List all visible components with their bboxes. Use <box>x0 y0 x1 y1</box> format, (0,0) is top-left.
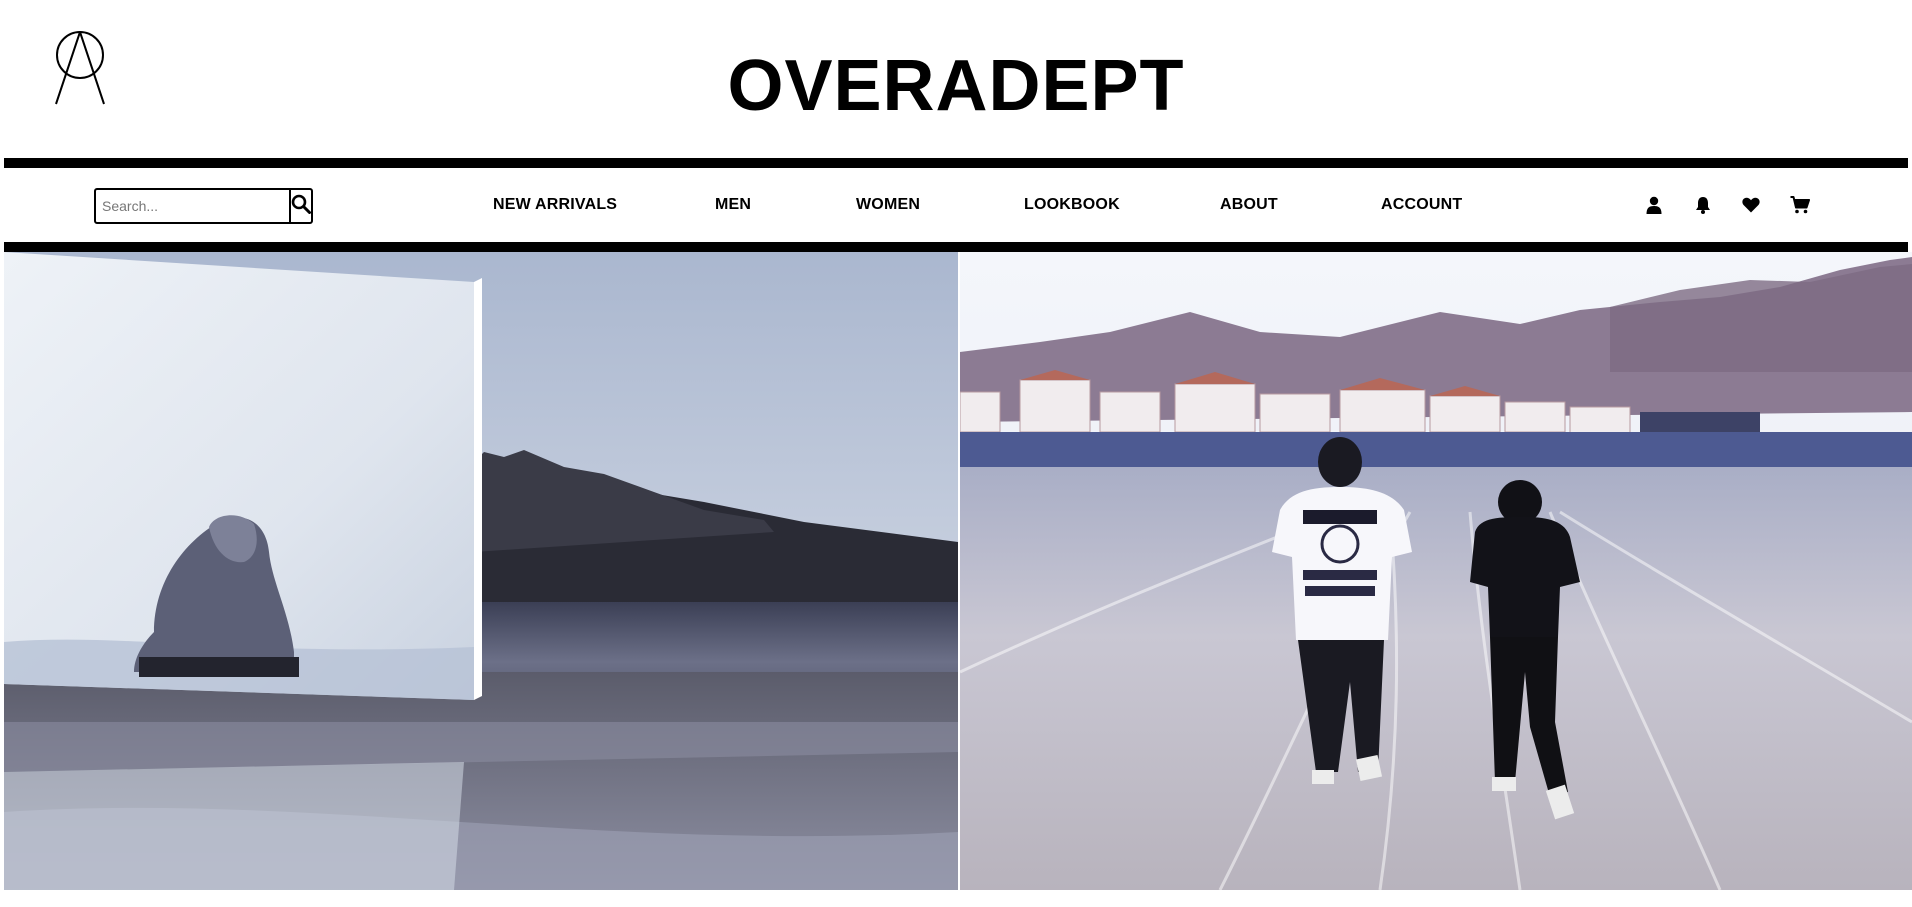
heart-icon[interactable] <box>1740 194 1762 216</box>
nav-men[interactable]: MEN <box>715 195 751 215</box>
cart-icon[interactable] <box>1789 194 1811 216</box>
search-button[interactable] <box>289 190 311 222</box>
bell-icon[interactable] <box>1692 194 1714 216</box>
search-input[interactable] <box>96 190 289 222</box>
header-divider <box>4 158 1908 168</box>
nav-women[interactable]: WOMEN <box>856 195 920 215</box>
nav-account[interactable]: ACCOUNT <box>1381 195 1462 215</box>
two-people-walking-on-dirt-field-photo <box>960 252 1912 890</box>
person-beside-mirror-on-beach-photo <box>4 252 958 890</box>
user-icon[interactable] <box>1643 194 1665 216</box>
hero-image-left[interactable] <box>4 252 958 890</box>
nav-divider <box>4 242 1908 252</box>
nav-lookbook[interactable]: LOOKBOOK <box>1024 195 1120 215</box>
site-header: OVERADEPT <box>0 0 1912 158</box>
main-navbar: NEW ARRIVALS MEN WOMEN LOOKBOOK ABOUT AC… <box>0 168 1912 242</box>
brand-wordmark[interactable]: OVERADEPT <box>0 44 1912 128</box>
search-box <box>94 188 313 224</box>
hero-image-right[interactable] <box>960 252 1912 890</box>
nav-about[interactable]: ABOUT <box>1220 195 1278 215</box>
nav-new-arrivals[interactable]: NEW ARRIVALS <box>493 195 617 215</box>
search-icon <box>291 194 311 219</box>
